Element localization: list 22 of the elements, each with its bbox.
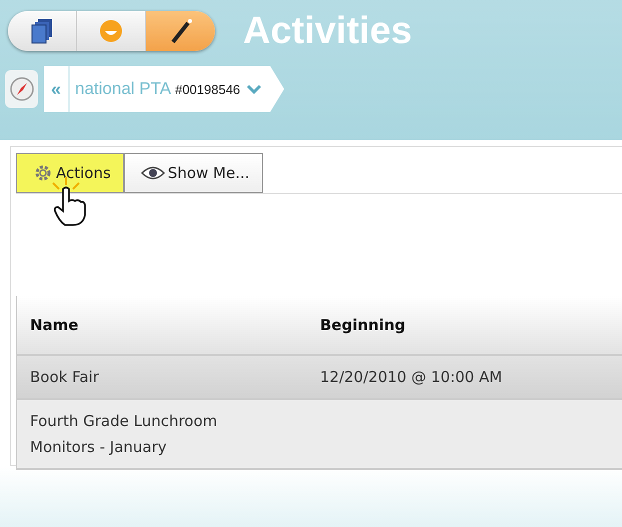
compass-button[interactable] (5, 70, 38, 108)
books-icon (30, 18, 54, 44)
table-row[interactable]: Book Fair 12/20/2010 @ 10:00 AM (17, 356, 622, 400)
organization-name: national PTA (75, 79, 172, 99)
organization-number: #00198546 (175, 82, 240, 96)
toolbar-button[interactable]: Show Me... (124, 153, 263, 193)
table-cell-text: Fourth Grade Lunchroom Monitors - January (29, 411, 218, 458)
hand-cursor-icon (51, 177, 87, 227)
eye-icon (140, 166, 165, 180)
table-row[interactable]: Fourth Grade Lunchroom Monitors - January (17, 400, 622, 470)
table-cell-text: 12/20/2010 @ 10:00 AM (319, 367, 504, 388)
toolbar-button[interactable]: Actions (16, 153, 124, 193)
chevron-down-icon[interactable] (246, 83, 262, 95)
page-title: Activities (243, 10, 412, 52)
column-header: Beginning (319, 316, 406, 334)
table-cell-text: Book Fair (29, 367, 100, 388)
nav-tab[interactable] (8, 11, 77, 51)
wand-icon (168, 18, 192, 44)
column-header: Name (29, 316, 80, 334)
smiley-icon (99, 19, 123, 43)
gear-icon (33, 163, 53, 183)
nav-tab[interactable] (146, 11, 215, 51)
